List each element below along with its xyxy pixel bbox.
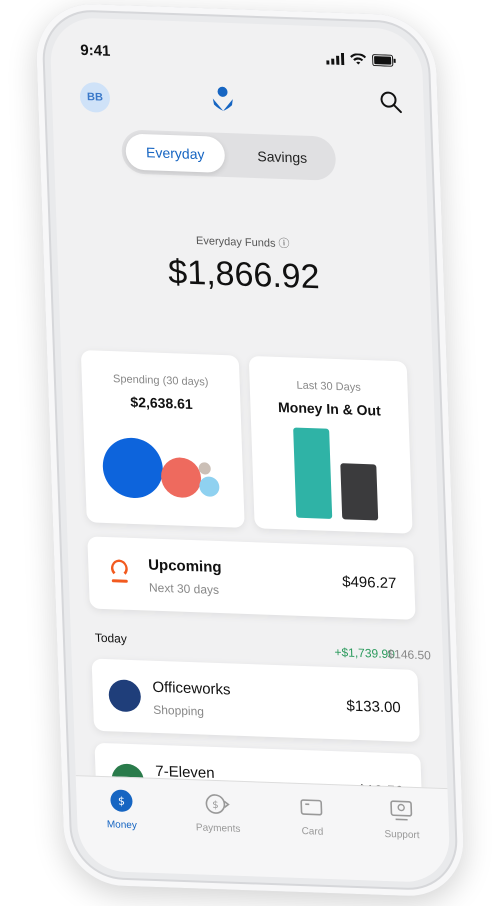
officeworks-logo-icon bbox=[108, 679, 142, 713]
transaction-category: Shopping bbox=[152, 702, 205, 719]
spending-card[interactable]: Spending (30 days) $2,638.61 bbox=[80, 350, 245, 528]
svg-text:$: $ bbox=[212, 800, 219, 811]
account-toggle: Everyday Savings bbox=[121, 129, 337, 181]
tab-card[interactable]: Card bbox=[298, 794, 327, 879]
money-icon: $ bbox=[110, 789, 133, 812]
upcoming-sub: Next 30 days bbox=[148, 580, 220, 598]
wifi-icon bbox=[350, 53, 367, 65]
upcoming-title: Upcoming bbox=[147, 556, 222, 577]
upcoming-icon bbox=[111, 559, 128, 583]
battery-icon bbox=[372, 54, 396, 67]
bubble-3 bbox=[198, 462, 211, 475]
bottom-tab-bar: $ Money $ Payments Card Support bbox=[75, 775, 451, 884]
transaction-amount: $133.00 bbox=[346, 697, 402, 717]
tab-support-label: Support bbox=[384, 828, 420, 842]
money-bars bbox=[293, 427, 379, 521]
upcoming-card[interactable]: Upcoming Next 30 days $496.27 bbox=[87, 536, 416, 620]
avatar[interactable]: BB bbox=[79, 81, 111, 113]
support-icon bbox=[390, 800, 413, 821]
today-money-in: +$1,739.90 bbox=[334, 645, 396, 662]
upcoming-amount: $496.27 bbox=[341, 573, 397, 593]
spending-bubbles bbox=[102, 437, 220, 498]
funds-amount: $1,866.92 bbox=[167, 252, 321, 297]
bubble-1 bbox=[102, 437, 163, 498]
app-screen: 9:41 BB Everyday Savings Everyday Funds … bbox=[49, 16, 451, 884]
status-bar: 9:41 bbox=[80, 40, 397, 71]
money-in-out-card[interactable]: Last 30 Days Money In & Out bbox=[248, 355, 413, 534]
money-bar-0 bbox=[293, 427, 333, 519]
spending-subtitle: Spending (30 days) bbox=[112, 373, 209, 389]
payments-icon: $ bbox=[205, 794, 230, 814]
svg-text:$: $ bbox=[117, 795, 124, 808]
card-icon bbox=[300, 799, 323, 816]
bubble-4 bbox=[199, 476, 220, 497]
search-icon[interactable] bbox=[375, 86, 406, 117]
tab-money[interactable]: $ Money bbox=[106, 787, 139, 872]
status-time: 9:41 bbox=[80, 41, 111, 60]
signal-icon bbox=[326, 52, 345, 66]
money-subtitle: Last 30 Days bbox=[296, 379, 361, 394]
today-label: Today bbox=[94, 630, 128, 646]
spending-amount: $2,638.61 bbox=[130, 393, 193, 412]
tab-everyday[interactable]: Everyday bbox=[125, 133, 226, 173]
status-icons bbox=[326, 52, 396, 67]
money-title: Money In & Out bbox=[277, 398, 381, 419]
brand-logo-icon bbox=[212, 86, 233, 111]
tab-savings[interactable]: Savings bbox=[232, 137, 332, 177]
bubble-2 bbox=[161, 457, 202, 498]
tab-payments[interactable]: $ Payments bbox=[195, 790, 242, 876]
tab-money-label: Money bbox=[106, 819, 138, 832]
tab-card-label: Card bbox=[301, 826, 324, 838]
transaction-row[interactable]: Officeworks Shopping $133.00 bbox=[91, 658, 420, 743]
money-bar-1 bbox=[340, 463, 379, 521]
phone-frame: 9:41 BB Everyday Savings Everyday Funds … bbox=[34, 2, 466, 898]
tab-support[interactable]: Support bbox=[383, 797, 421, 882]
transaction-name: Officeworks bbox=[152, 678, 231, 699]
tab-payments-label: Payments bbox=[195, 822, 241, 835]
today-money-out: $146.50 bbox=[387, 646, 432, 663]
